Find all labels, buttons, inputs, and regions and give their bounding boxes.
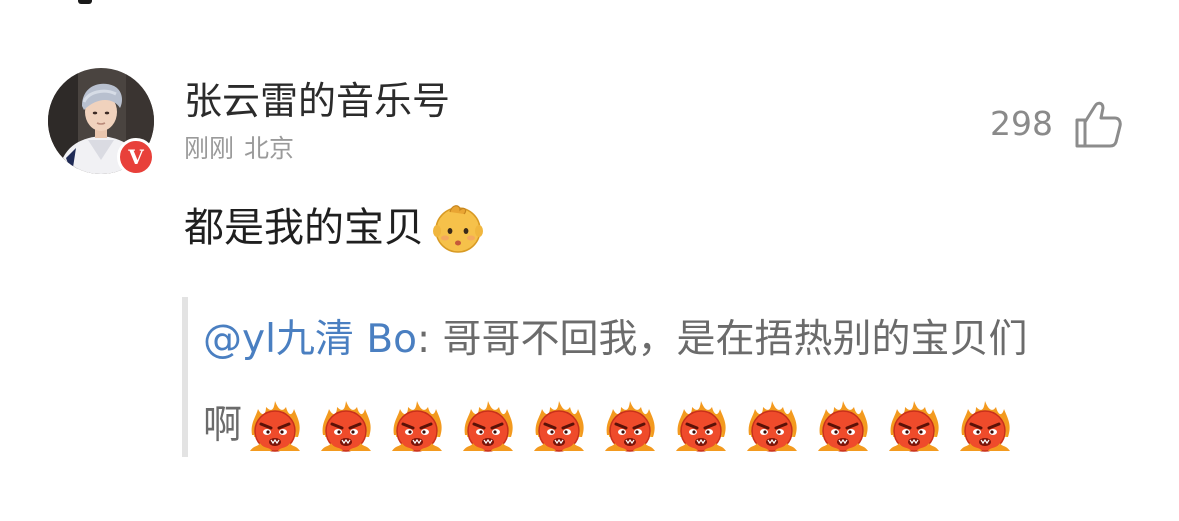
timestamp: 刚刚 xyxy=(184,134,235,163)
quoted-text-continued: 啊 xyxy=(203,403,243,448)
angry-fire-emoji-icon xyxy=(321,401,372,452)
quoted-text: 哥哥不回我，是在捂热别的宝贝们 xyxy=(442,317,1028,362)
previous-content-fragment xyxy=(78,0,92,4)
angry-fire-emoji-icon xyxy=(250,401,301,452)
angry-fire-emoji-icon xyxy=(889,401,940,452)
angry-emoji-row xyxy=(244,395,1025,457)
mention-separator: : xyxy=(416,317,443,362)
comment-screen: V 张云雷的音乐号 刚刚 北京 298 都是我的宝贝 @yl九清 Bo: 哥哥不回… xyxy=(0,0,1179,521)
quoted-reply-line-1: @yl九清 Bo: 哥哥不回我，是在捂热别的宝贝们 xyxy=(203,312,1028,368)
comment-meta: 刚刚 北京 xyxy=(184,134,294,164)
baby-face-emoji-icon xyxy=(433,205,483,253)
angry-fire-emoji-icon xyxy=(605,401,656,452)
username[interactable]: 张云雷的音乐号 xyxy=(184,78,450,124)
angry-fire-emoji-icon xyxy=(392,401,443,452)
angry-fire-emoji-icon xyxy=(818,401,869,452)
quote-bar xyxy=(182,297,188,457)
angry-fire-emoji-icon xyxy=(534,401,585,452)
avatar-container[interactable]: V xyxy=(48,68,155,176)
angry-fire-emoji-icon xyxy=(960,401,1011,452)
verified-badge: V xyxy=(117,138,155,176)
angry-fire-emoji-icon xyxy=(676,401,727,452)
comment-body: 都是我的宝贝 xyxy=(184,198,486,258)
quoted-reply-line-2: 啊 xyxy=(203,396,1025,456)
angry-fire-emoji-icon xyxy=(747,401,798,452)
angry-fire-emoji-icon xyxy=(463,401,514,452)
like-button[interactable]: 298 xyxy=(990,96,1123,152)
location: 北京 xyxy=(244,134,295,163)
mention-link[interactable]: @yl九清 Bo xyxy=(203,317,417,362)
like-count: 298 xyxy=(990,104,1053,143)
thumbs-up-icon[interactable] xyxy=(1073,98,1123,150)
comment-text: 都是我的宝贝 xyxy=(184,205,424,251)
